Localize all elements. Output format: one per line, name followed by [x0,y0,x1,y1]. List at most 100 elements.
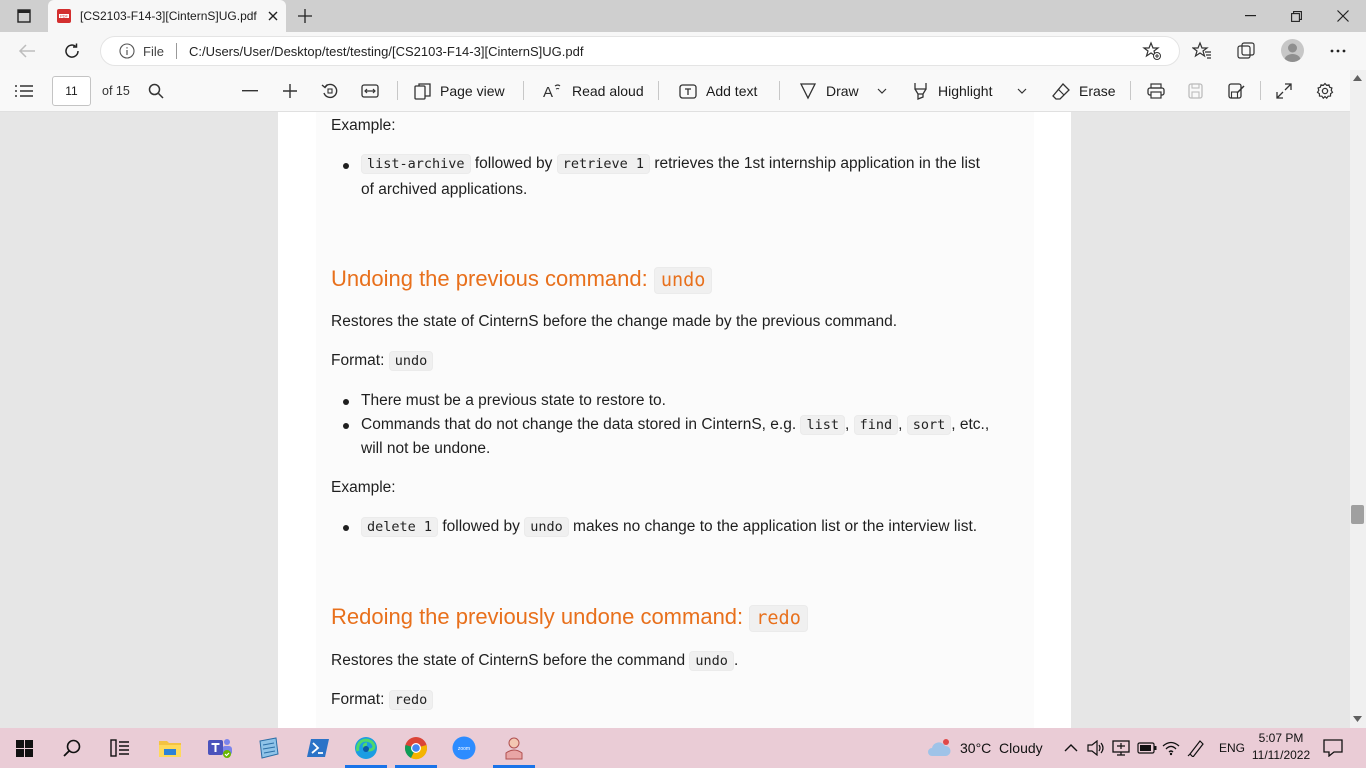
undo-format: Format: undo [331,351,434,371]
back-icon[interactable] [14,38,40,64]
new-tab-icon[interactable] [292,0,318,32]
settings-gear-icon[interactable] [1316,70,1334,112]
weather-text: 30°C Cloudy [960,740,1043,756]
pen-icon[interactable] [1187,728,1205,768]
svg-text:PDF: PDF [60,13,69,18]
inline-code: sort [906,415,952,435]
print-icon[interactable] [1147,70,1165,112]
chrome-icon[interactable] [392,728,440,768]
text-span: Commands that do not change the data sto… [361,416,797,433]
collections-icon[interactable] [1236,41,1256,61]
undo-bullet-2-continued: will not be undone. [361,440,491,457]
highlight-dropdown-chevron-icon[interactable] [1017,70,1027,112]
text-span: , [898,416,903,433]
format-label: Format: [331,691,385,708]
text-span: , etc., [951,416,990,433]
edge-browser-icon[interactable] [342,728,390,768]
file-explorer-icon[interactable] [146,728,194,768]
url-text[interactable]: C:/Users/User/Desktop/test/testing/[CS21… [189,44,584,59]
add-text-icon [679,83,697,99]
battery-icon[interactable] [1137,728,1157,768]
language-indicator[interactable]: ENG [1219,728,1245,768]
address-bar[interactable]: File C:/Users/User/Desktop/test/testing/… [100,36,1180,66]
save-icon[interactable] [1188,70,1203,112]
volume-icon[interactable] [1087,728,1105,768]
zoom-in-icon[interactable] [282,70,298,112]
text-span: . [733,652,739,669]
vertical-scrollbar[interactable] [1350,70,1366,728]
scroll-down-arrow-icon[interactable] [1353,716,1362,722]
powershell-icon[interactable] [294,728,342,768]
tab-close-icon[interactable] [268,11,278,21]
tab-title: [CS2103-F14-3][CinternS]UG.pdf [80,9,257,23]
text-span: makes no change to the application list … [573,518,978,535]
undo-description: Restores the state of CinternS before th… [331,313,898,330]
bullet [343,163,349,169]
minimize-icon[interactable] [1227,0,1273,32]
fit-width-icon[interactable] [361,70,379,112]
undo-heading: Undoing the previous command: undo [331,266,713,294]
browser-tab[interactable]: PDF [CS2103-F14-3][CinternS]UG.pdf [48,0,286,32]
profile-avatar[interactable] [1281,39,1304,62]
restore-icon[interactable] [1273,0,1319,32]
contents-icon[interactable] [14,70,34,112]
show-hidden-icons-chevron-icon[interactable] [1064,728,1078,768]
taskbar-search-icon[interactable] [48,728,96,768]
rotate-icon[interactable] [321,70,339,112]
text-span: followed by [474,155,553,172]
full-screen-icon[interactable] [1276,70,1292,112]
inline-code: undo [388,351,434,371]
teams-icon[interactable] [196,728,244,768]
more-options-icon[interactable] [1328,46,1348,56]
windows-start-icon[interactable] [0,728,48,768]
read-aloud-button[interactable]: A Read aloud [543,70,644,112]
task-view-icon[interactable] [96,728,144,768]
draw-button[interactable]: Draw [799,70,859,112]
highlight-icon [914,83,927,100]
read-aloud-icon: A [543,84,561,99]
zoom-out-icon[interactable] [242,70,258,112]
erase-label: Erase [1079,83,1116,99]
text-span: retrieves the 1st internship application… [654,155,980,172]
refresh-icon[interactable] [59,38,85,64]
example-line: delete 1 followed by undo makes no chang… [361,517,978,537]
example-label: Example: [331,117,396,134]
format-label: Format: [331,352,385,369]
search-icon[interactable] [148,70,164,112]
highlight-label: Highlight [938,83,993,99]
erase-button[interactable]: Erase [1052,70,1116,112]
notifications-icon[interactable] [1323,728,1343,768]
user-app-icon[interactable] [490,728,538,768]
info-icon[interactable] [119,43,135,59]
highlight-button[interactable]: Highlight [912,70,992,112]
notes-app-icon[interactable] [244,728,292,768]
save-as-icon[interactable] [1228,70,1245,112]
inline-code: retrieve 1 [556,154,650,174]
clock[interactable]: 5:07 PM 11/11/2022 [1248,730,1314,766]
page-view-label: Page view [440,83,505,99]
draw-label: Draw [826,83,859,99]
wifi-icon[interactable] [1162,728,1180,768]
cloudy-weather-icon [928,739,951,756]
close-window-icon[interactable] [1320,0,1366,32]
display-icon[interactable] [1112,728,1130,768]
scroll-up-arrow-icon[interactable] [1353,75,1362,81]
text-span: Restores the state of CinternS before th… [331,652,686,669]
example-line-continued: of archived applications. [361,181,528,198]
inline-code: list [800,415,845,435]
draw-dropdown-chevron-icon[interactable] [877,70,887,112]
draw-icon [799,83,817,100]
page-view-icon [414,82,431,100]
add-text-button[interactable]: Add text [679,70,757,112]
page-view-button[interactable]: Page view [414,70,505,112]
scrollbar-thumb[interactable] [1351,505,1364,524]
undo-bullet-1: There must be a previous state to restor… [361,392,666,409]
favorites-icon[interactable] [1192,41,1212,61]
page-number-input[interactable]: 11 [52,76,91,106]
undo-bullet-2: Commands that do not change the data sto… [361,415,990,435]
tab-actions-icon[interactable] [8,0,40,32]
weather-widget[interactable]: 30°C Cloudy [926,728,1043,768]
zoom-app-icon[interactable]: zoom [440,728,488,768]
inline-code: undo [689,651,734,671]
add-favorite-icon[interactable] [1142,41,1162,61]
